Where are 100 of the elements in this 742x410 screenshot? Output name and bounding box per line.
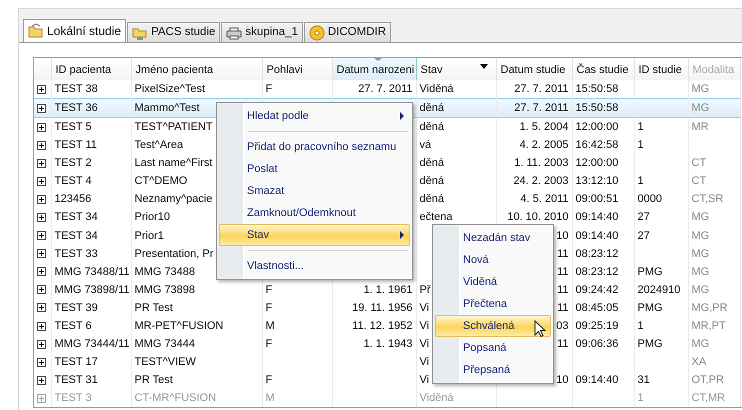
table-cell: MG xyxy=(688,208,740,226)
dropdown-arrow-icon xyxy=(480,64,488,69)
table-cell: CT,MR xyxy=(688,389,740,408)
table-cell: děná xyxy=(416,190,496,208)
table-cell: CT xyxy=(688,154,740,172)
table-cell: MG xyxy=(688,335,740,354)
table-cell: děná xyxy=(416,118,496,136)
table-cell: M xyxy=(262,316,332,336)
table-cell: děná xyxy=(416,98,496,118)
table-cell: F xyxy=(262,298,332,317)
expand-icon[interactable] xyxy=(37,231,46,240)
table-cell: TEST 34 xyxy=(51,208,131,226)
expand-icon[interactable] xyxy=(37,285,46,294)
table-cell: CT-MR^FUSION xyxy=(131,389,262,408)
table-cell: 27 xyxy=(634,208,688,226)
table-cell: TEST 11 xyxy=(51,136,131,154)
table-cell: 2024910 xyxy=(634,280,688,299)
column-header[interactable]: Stav xyxy=(416,58,496,80)
table-cell: TEST 34 xyxy=(51,226,131,245)
table-cell: TEST 6 xyxy=(51,316,131,336)
table-cell: MG xyxy=(688,262,740,281)
printer-icon xyxy=(226,24,242,40)
table-cell: 19. 11. 1956 xyxy=(332,298,416,317)
expand-icon[interactable] xyxy=(37,176,46,186)
table-cell: 09:25:19 xyxy=(572,316,634,336)
table-cell: děná xyxy=(416,154,496,172)
table-cell: MG xyxy=(688,226,740,245)
table-cell: MMG 73898/11 xyxy=(51,280,131,299)
expand-icon[interactable] xyxy=(37,194,46,204)
table-cell: 4. 2. 2005 xyxy=(496,136,572,154)
table-cell: 1 xyxy=(634,389,688,408)
table-cell: 123456 xyxy=(51,190,131,208)
table-cell: 27. 7. 2011 xyxy=(496,98,572,118)
table-cell: děná xyxy=(416,172,496,190)
column-header[interactable]: ID studie xyxy=(634,58,688,80)
expand-icon[interactable] xyxy=(37,84,46,94)
expand-icon[interactable] xyxy=(37,122,46,132)
table-cell: CT,SR xyxy=(688,190,740,208)
table-cell: 16:42:58 xyxy=(572,136,634,154)
table-cell: Viděná xyxy=(416,389,496,408)
table-cell: 1 xyxy=(634,316,688,336)
expand-icon[interactable] xyxy=(37,158,46,168)
column-header[interactable]: Jméno pacienta xyxy=(131,58,262,80)
submenu-arrow-icon xyxy=(400,231,404,239)
table-cell: MG xyxy=(688,98,740,118)
table-cell: MMG 73488/11 xyxy=(51,262,131,281)
tab[interactable]: Lokální studie xyxy=(23,19,126,42)
table-cell: OT,PR xyxy=(688,371,740,390)
table-cell: TEST 5 xyxy=(51,118,131,136)
menu-item[interactable]: Stav xyxy=(219,224,410,246)
table-cell: CT xyxy=(688,172,740,190)
expand-icon[interactable] xyxy=(37,104,46,113)
table-cell: 09:14:40 xyxy=(572,226,634,245)
table-cell: 09:14:40 xyxy=(572,208,634,226)
expand-icon[interactable] xyxy=(37,340,46,349)
table-cell: 0000 xyxy=(634,190,688,208)
tab[interactable]: skupina_1 xyxy=(221,22,303,42)
table-cell: F xyxy=(262,335,332,354)
expand-icon[interactable] xyxy=(37,322,46,331)
expand-icon[interactable] xyxy=(37,303,46,312)
table-cell: 12:00:00 xyxy=(572,154,634,172)
table-cell: 08:45:05 xyxy=(572,298,634,317)
tab[interactable]: PACS studie xyxy=(127,22,220,42)
column-header[interactable]: ID pacienta xyxy=(51,58,131,80)
column-header[interactable]: Čas studie xyxy=(572,58,634,80)
table-cell: PR Test xyxy=(131,371,262,390)
table-cell: 4. 5. 2011 xyxy=(496,190,572,208)
table-cell: 09:14:40 xyxy=(572,371,634,390)
expand-icon[interactable] xyxy=(37,376,46,385)
table-cell: MR-PET^FUSION xyxy=(131,316,262,336)
folder-icon xyxy=(28,23,44,39)
table-cell: TEST 3 xyxy=(51,389,131,408)
table-cell: TEST 2 xyxy=(51,154,131,172)
mouse-cursor-icon xyxy=(534,320,546,338)
table-cell: F xyxy=(262,371,332,390)
table-cell: 1 xyxy=(634,172,688,190)
table-cell: PMG xyxy=(634,262,688,281)
table-cell: TEST 36 xyxy=(51,98,131,118)
table-cell: PMG xyxy=(634,298,688,317)
table-cell: 08:23:12 xyxy=(572,244,634,263)
table-cell: 31 xyxy=(634,371,688,390)
column-header[interactable]: Pohlavi xyxy=(262,58,332,80)
table-cell: 1. 11. 2003 xyxy=(496,154,572,172)
table-cell: MR xyxy=(688,118,740,136)
table-cell: 1 xyxy=(634,118,688,136)
expand-icon[interactable] xyxy=(37,249,46,258)
menu-item[interactable]: Schválená xyxy=(435,315,551,337)
tab[interactable]: DICOMDIR xyxy=(304,22,391,42)
expand-icon[interactable] xyxy=(37,358,46,367)
table-cell: 1. 5. 2004 xyxy=(496,118,572,136)
expand-icon[interactable] xyxy=(37,267,46,276)
column-header[interactable]: Datum narozeni xyxy=(332,58,416,80)
table-cell: MG,PR xyxy=(688,298,740,317)
column-header[interactable]: Datum studie xyxy=(496,58,572,80)
submenu-arrow-icon xyxy=(400,112,404,120)
table-cell: PMG xyxy=(634,335,688,354)
expand-icon[interactable] xyxy=(37,213,46,222)
expand-icon[interactable] xyxy=(37,140,46,150)
table-cell: MG xyxy=(688,244,740,263)
table-cell: TEST 33 xyxy=(51,244,131,263)
